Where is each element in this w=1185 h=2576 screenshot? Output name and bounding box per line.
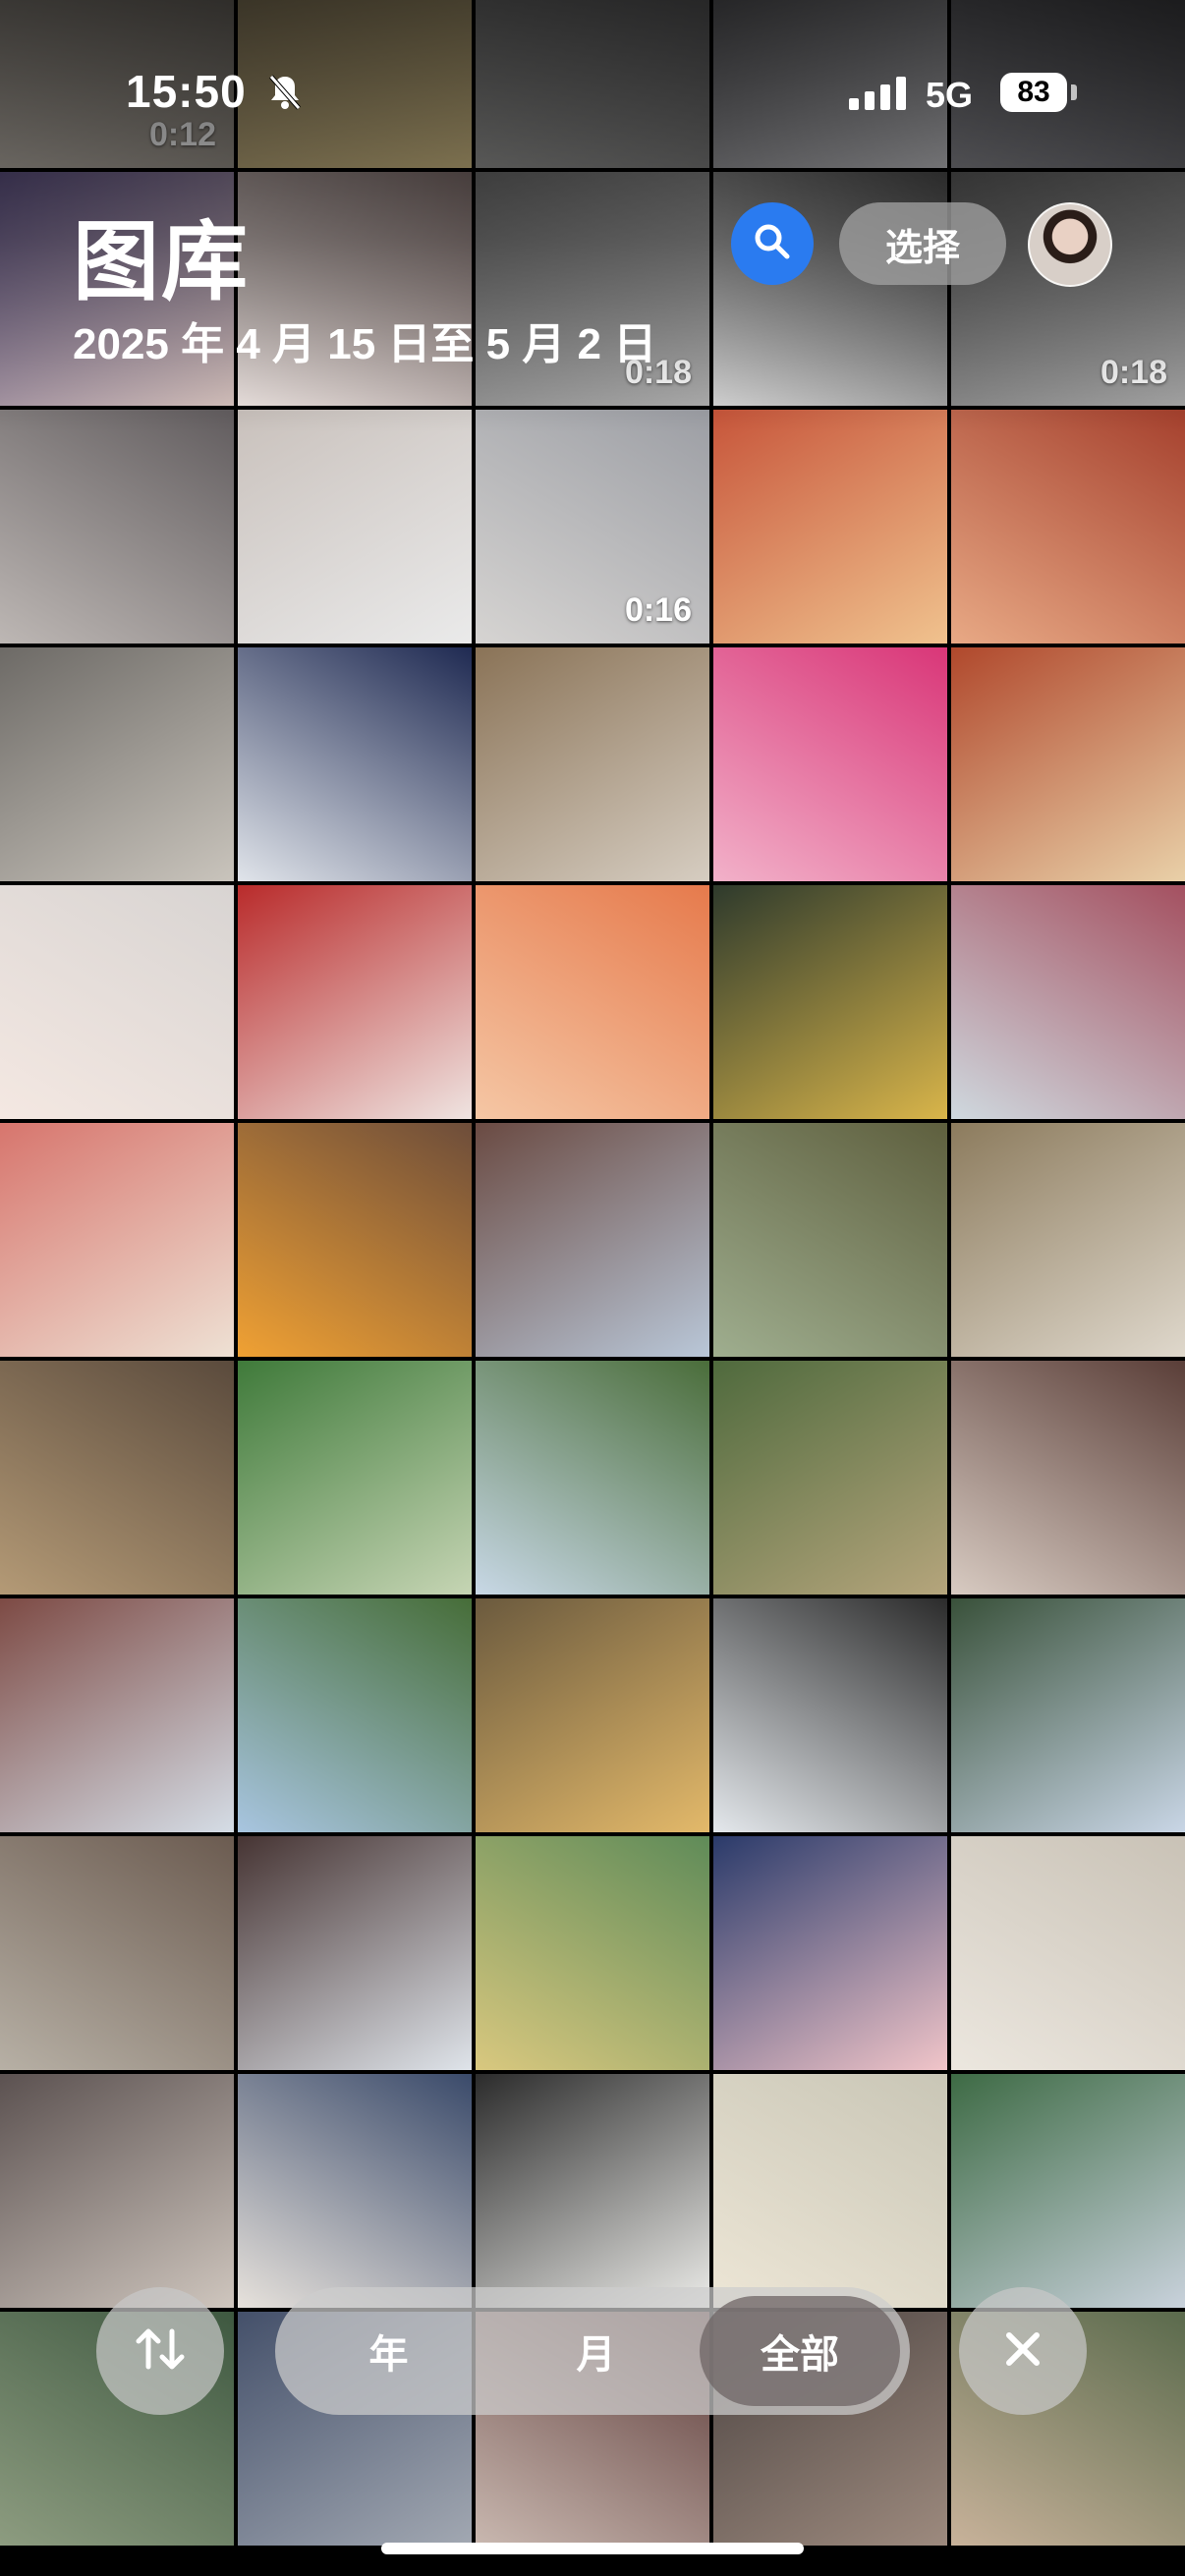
video-duration: 0:16 [624,591,692,629]
photo-thumbnail[interactable] [238,1123,472,1357]
segment-all[interactable]: 全部 [700,2296,900,2406]
photo-thumbnail[interactable] [0,410,234,644]
status-time: 15:50 [126,66,247,117]
photo-thumbnail[interactable] [713,1598,947,1832]
photo-thumbnail[interactable] [476,1836,709,2070]
photo-thumbnail[interactable] [238,1361,472,1595]
photo-thumbnail[interactable] [951,1836,1185,2070]
photo-thumbnail[interactable] [951,1361,1185,1595]
photo-thumbnail[interactable] [951,647,1185,881]
close-icon [1001,2327,1044,2376]
photo-thumbnail[interactable] [713,1836,947,2070]
photo-thumbnail[interactable] [0,2074,234,2308]
segment-month[interactable]: 月 [492,2296,700,2406]
bell-slash-icon [267,73,303,117]
photo-thumbnail[interactable] [238,2074,472,2308]
search-button[interactable] [731,202,814,285]
photo-thumbnail[interactable] [713,2074,947,2308]
photo-thumbnail[interactable] [238,647,472,881]
battery-icon: 83 [1000,73,1067,112]
photo-thumbnail[interactable] [238,1836,472,2070]
photo-thumbnail[interactable] [713,410,947,644]
photo-thumbnail[interactable] [951,885,1185,1119]
photo-thumbnail[interactable] [0,647,234,881]
home-indicator [381,2543,804,2554]
photo-thumbnail[interactable] [238,885,472,1119]
segment-year[interactable]: 年 [285,2296,492,2406]
profile-avatar[interactable] [1028,202,1112,287]
photo-thumbnail[interactable] [238,1598,472,1832]
date-range: 2025 年 4 月 15 日至 5 月 2 日 [73,320,657,368]
photo-thumbnail[interactable] [951,2074,1185,2308]
photo-thumbnail[interactable] [476,1361,709,1595]
close-button[interactable] [959,2287,1087,2415]
photo-thumbnail[interactable] [0,1123,234,1357]
photo-thumbnail[interactable] [0,885,234,1119]
search-icon [752,221,793,267]
sort-arrows-icon [131,2320,190,2383]
page-title: 图库 [73,213,251,310]
battery-tip [1071,84,1077,100]
view-segmented-control: 年 月 全部 [275,2287,910,2415]
photo-thumbnail[interactable] [713,885,947,1119]
network-type: 5G [926,75,974,115]
photo-thumbnail[interactable] [951,1598,1185,1832]
select-button[interactable]: 选择 [839,202,1006,285]
photo-thumbnail[interactable] [951,410,1185,644]
photo-thumbnail[interactable] [476,885,709,1119]
signal-icon [849,77,908,115]
photo-thumbnail[interactable] [951,1123,1185,1357]
photo-thumbnail[interactable] [476,1123,709,1357]
photo-thumbnail[interactable] [0,1836,234,2070]
photo-thumbnail[interactable]: 0:16 [476,410,709,644]
photo-thumbnail[interactable] [0,1598,234,1832]
photo-thumbnail[interactable] [713,1123,947,1357]
sort-button[interactable] [96,2287,224,2415]
photo-thumbnail[interactable] [713,647,947,881]
photo-thumbnail[interactable] [0,1361,234,1595]
photo-thumbnail[interactable] [238,410,472,644]
photo-thumbnail[interactable] [476,647,709,881]
photo-thumbnail[interactable] [713,1361,947,1595]
photo-thumbnail[interactable] [476,2074,709,2308]
photo-thumbnail[interactable] [476,1598,709,1832]
status-bar: 15:50 5G 83 [0,0,1185,117]
